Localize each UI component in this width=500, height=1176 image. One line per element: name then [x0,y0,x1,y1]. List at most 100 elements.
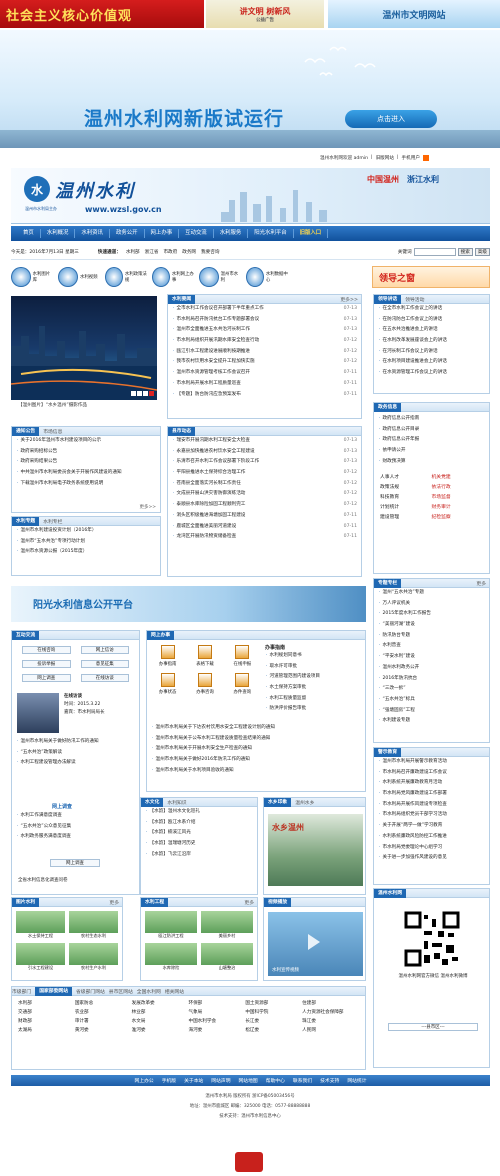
quick-icon-video[interactable]: 水利视频 [58,262,101,292]
list-item[interactable]: 温州市水利建设投资计划（2016年） [12,526,160,537]
search-button[interactable]: 搜索 [457,247,473,256]
list-item[interactable]: 水利工程质量监督 [261,694,365,705]
list-item-title[interactable]: 在全市水利工作会议上的讲话 [382,304,442,315]
gallery-caption[interactable]: 水库除险 [163,965,180,971]
list-item[interactable]: 2016年防汛抗台 [374,674,489,685]
list-item-title[interactable]: 温州“五水共治”专题 [382,588,424,599]
list-item[interactable]: 万人评议机关 [374,599,489,610]
list-item[interactable]: 温州市“五水共治”专项行动计划 [12,537,160,548]
tab-hometown[interactable]: 水乡印象 [264,797,292,807]
list-item-title[interactable]: 依申请公开 [382,446,405,457]
list-item[interactable]: 下载温州市水利局电子政务系统使用说明 [12,479,160,490]
list-item[interactable]: 2015年度水利工作报告 [374,609,489,620]
list-item[interactable]: 在水资源管理工作会议上的讲话 [374,368,489,379]
gallery-thumb[interactable] [145,943,197,965]
civility-banner[interactable]: 讲文明 树新风 公益广告 [206,0,324,28]
list-item-title[interactable]: “五水共治”公众意见征集 [20,822,71,833]
public-grid-link[interactable]: 市场监督 [432,493,484,500]
list-item-title[interactable]: 中共温州市水利局委员会关于开展作风建设的通知 [20,468,121,479]
nav-service[interactable]: 网上办事 [145,229,180,238]
list-item[interactable]: 政府信息公开指南 [374,414,489,425]
nav-water-service[interactable]: 水利服务 [214,229,249,238]
list-item[interactable]: 政府采购结果公告 [12,457,160,468]
list-item-title[interactable]: 河道管理范围内建设项目 [269,672,320,683]
tab-leader-activity[interactable]: 领导活动 [405,296,424,303]
rss-icon[interactable] [422,155,429,161]
list-item-title[interactable]: 温州市全面推进五水共治河长制工作 [176,325,250,336]
hometown-image[interactable]: 水乡温州 [268,814,363,886]
gallery-caption[interactable]: 山塘整治 [219,965,236,971]
list-item-title[interactable]: “强塘固房”工程 [382,706,414,717]
friend-link[interactable]: 松辽委 [245,1027,302,1033]
interact-chip-button[interactable]: 在线访谈 [80,674,129,682]
list-item-title[interactable]: 市水利局召开廉政建设工作会议 [382,768,446,779]
list-item-title[interactable]: 水利政务服务满意度调查 [20,832,71,843]
quick-icon-service[interactable]: 水利网上办事 [152,262,195,292]
nav-platform[interactable]: 阳光水利平台 [248,229,294,238]
list-item[interactable]: 水利工作满意度调查 [12,811,140,822]
list-item-title[interactable]: 市水利局开展作风建设专项检查 [382,800,446,811]
list-item-title[interactable]: 温州市“五水共治”专项行动计划 [20,537,84,548]
list-item-title[interactable]: 关于进一步加强作风建设的意见 [382,853,446,864]
list-item[interactable]: 在水利改革发展座谈会上的讲话 [374,336,489,347]
list-item-title[interactable]: “平安水利”建设 [382,652,414,663]
list-item[interactable]: 【水韵】温瑞塘河历史 [141,839,257,850]
site-name[interactable]: 温州水利 [55,177,135,203]
list-item-title[interactable]: 乐清市召开水利工作会议部署下阶段工作 [176,457,259,468]
list-item[interactable]: 温州市水利局关于下达农村饮用水安全工程建设计划的通知 [147,723,365,734]
list-item-title[interactable]: 龙湾区开展防汛物资储备检查 [176,532,236,543]
list-item-title[interactable]: 下载温州市水利局电子政务系统使用说明 [20,479,103,490]
photo-caption[interactable]: 【温州图片】“水乡温州”摄影作品 [18,402,87,408]
list-item[interactable]: 政府信息公开年报 [374,435,489,446]
list-item[interactable]: “平安水利”建设 [374,652,489,663]
gallery-thumb[interactable] [201,943,253,965]
links-tab[interactable]: 市级部门 [12,988,31,995]
leader-window-banner[interactable]: 领导之窗 [372,266,490,288]
public-grid-link[interactable]: 纪检监察 [432,513,484,520]
gallery-item[interactable]: 山塘整治 [201,943,253,971]
list-item-title[interactable]: “五水共治”标兵 [382,695,414,706]
list-item[interactable]: 在防汛防台工作会议上的讲话 [374,315,489,326]
tab-warning[interactable]: 警示教育 [374,747,402,757]
search-input[interactable] [413,247,456,256]
list-item-title[interactable]: 温州市水利局关于做好2016年防汛工作的通知 [155,755,249,766]
list-item-title[interactable]: 全市水利工作会议召开部署下半年重点工作 [176,304,263,315]
list-item[interactable]: 【水韵】温州水文化巡礼 [141,807,257,818]
gallery-more-1[interactable]: 更多 [109,899,119,906]
tab-notice[interactable]: 通知公告 [12,426,40,436]
service-step[interactable]: 办事咨询 [186,673,223,695]
tab-county[interactable]: 县市动态 [168,426,196,436]
list-item[interactable]: 水利工程建设管理办法解读 [12,758,140,769]
list-item-title[interactable]: 取水许可审批 [269,662,297,673]
gallery-caption[interactable]: 瓯江防洪工程 [158,933,183,939]
friend-link[interactable]: 水利部 [18,1000,75,1006]
news-photo[interactable] [10,296,158,400]
gallery-thumb[interactable] [16,911,65,933]
advanced-search-button[interactable]: 高级 [474,247,490,256]
list-item-title[interactable]: 鹿城区全面推进美丽河道建设 [176,522,236,533]
list-item[interactable]: “五水共治”政策解读 [12,748,140,759]
list-item-title[interactable]: 在水资源管理工作会议上的讲话 [382,368,446,379]
friend-link[interactable]: 人民网 [302,1027,359,1033]
list-item-title[interactable]: 万人评议机关 [382,599,410,610]
friend-link[interactable]: 水文局 [132,1018,189,1024]
gallery-thumb[interactable] [201,911,253,933]
list-item-title[interactable]: “五水共治”政策解读 [20,748,62,759]
nav-overview[interactable]: 水利概况 [41,229,76,238]
friend-link[interactable]: 国土资源部 [245,1000,302,1006]
list-item-title[interactable]: 2016年防汛抗台 [382,674,417,685]
list-item[interactable]: 温州“五水共治”专题 [374,588,489,599]
list-item[interactable]: 关于进一步加强作风建设的意见 [374,853,489,864]
list-item-title[interactable]: 温州市水利局开展警示教育活动 [382,757,446,768]
friend-link[interactable]: 财政部 [18,1018,75,1024]
list-item[interactable]: 在全市水利工作会议上的讲话 [374,304,489,315]
interact-chip-button[interactable]: 投诉举报 [22,660,71,668]
list-item[interactable]: 水土保持方案审批 [261,683,365,694]
list-item[interactable]: 永嘉县加快推进农村饮水安全工程建设 07-13 [168,447,361,458]
list-item-title[interactable]: 温州市水利局关于开展水利安全生产检查的通知 [155,744,251,755]
list-item-title[interactable]: 洞头区积极推进海塘加固工程建设 [176,511,245,522]
quick-icon-city[interactable]: 温州市水利 [199,262,242,292]
tab-culture[interactable]: 水文化 [141,797,164,807]
list-item-title[interactable]: 水利普查 [382,641,400,652]
list-item[interactable]: 温州市水利局关于做好2016年防汛工作的通知 [147,755,365,766]
